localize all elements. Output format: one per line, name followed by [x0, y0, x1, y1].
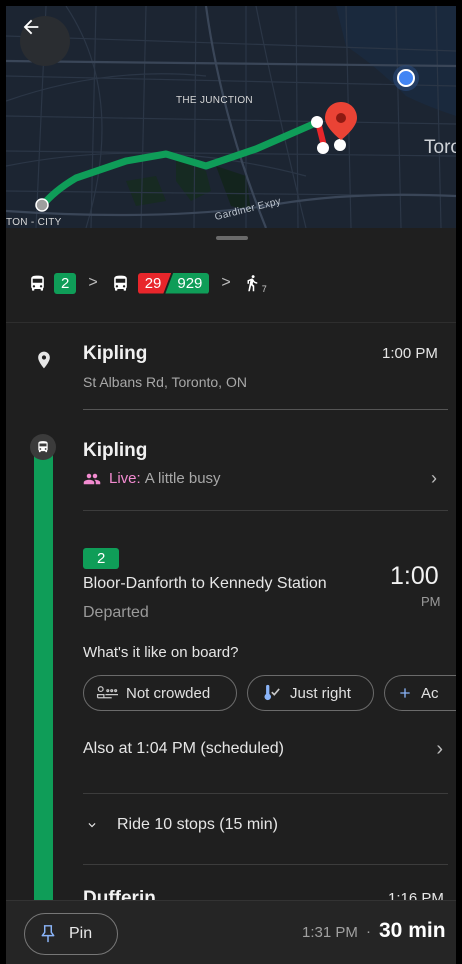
divider — [83, 793, 448, 794]
bus-icon — [110, 272, 132, 294]
chip-label: Not crowded — [126, 684, 211, 702]
walk-minutes: 7 — [261, 284, 267, 294]
separator-dot: · — [366, 923, 371, 940]
trip-time: 1:00 — [390, 562, 439, 590]
route-line — [34, 444, 53, 964]
chip-not-crowded[interactable]: Not crowded — [83, 675, 237, 711]
map-label-junction: THE JUNCTION — [176, 95, 253, 106]
pin-label: Pin — [69, 925, 93, 942]
chevron-right-icon: › — [436, 738, 443, 760]
route-badge-929: 929 — [165, 272, 210, 294]
route-badge-29-929: 29 929 — [138, 272, 210, 294]
route-summary[interactable]: 2 > 29 929 > 7 — [6, 250, 456, 316]
map-label-toronto: Toro — [424, 137, 456, 158]
pin-button[interactable]: Pin — [24, 913, 118, 955]
pin-icon — [41, 925, 55, 943]
back-button[interactable] — [20, 16, 70, 66]
arrow-back-icon — [23, 19, 39, 35]
chip-label: Ac — [421, 684, 439, 702]
route-map[interactable]: THE JUNCTION Toro Gardiner Expy TON - CI… — [6, 6, 456, 228]
drag-handle[interactable] — [216, 236, 248, 240]
also-at-row[interactable]: Also at 1:04 PM (scheduled) › — [83, 738, 443, 764]
divider — [83, 409, 448, 410]
route-badge-29: 29 — [138, 273, 172, 294]
expand-stops-row[interactable]: Ride 10 stops (15 min) — [83, 816, 278, 834]
chip-just-right[interactable]: Just right — [247, 675, 374, 711]
chevron-down-icon — [88, 823, 96, 828]
bus-icon — [26, 272, 48, 294]
bottom-bar: Pin 1:31 PM · 30 min — [6, 900, 456, 964]
origin-time: 1:00 PM — [382, 345, 438, 362]
chip-add[interactable]: Ac — [384, 675, 456, 711]
origin-title: Kipling — [83, 343, 148, 364]
map-canvas — [6, 6, 456, 228]
thermometer-icon — [260, 684, 282, 702]
arrival-time: 1:31 PM — [302, 924, 358, 941]
trip-time-period: PM — [421, 594, 441, 609]
chevron-right-icon: > — [88, 274, 98, 291]
divider — [83, 510, 448, 511]
live-busyness-row[interactable]: Live: A little busy › — [83, 468, 443, 488]
location-pin-icon — [34, 348, 54, 377]
directions-sheet: 2 > 29 929 > 7 Kipling 1:00 PM St Albans… — [6, 228, 456, 964]
walk-icon — [247, 275, 257, 292]
onboard-question: What's it like on board? — [83, 644, 239, 661]
also-at-text: Also at 1:04 PM (scheduled) — [83, 740, 284, 757]
bus-stop-icon — [30, 434, 56, 460]
divider — [83, 864, 448, 865]
trip-headsign: Bloor-Danforth to Kennedy Station — [83, 575, 327, 592]
chevron-right-icon: > — [221, 274, 231, 291]
people-icon — [83, 473, 101, 484]
trip-route-badge: 2 — [83, 548, 120, 569]
map-label-city: TON - CITY — [6, 217, 62, 228]
trip-duration: 30 min — [379, 919, 446, 942]
app-frame: THE JUNCTION Toro Gardiner Expy TON - CI… — [6, 6, 456, 964]
trip-status: Departed — [83, 604, 149, 621]
ride-stops-label: Ride 10 stops (15 min) — [117, 816, 278, 833]
divider — [6, 322, 456, 323]
live-label: Live: — [109, 470, 141, 487]
plus-icon — [397, 685, 413, 701]
walk-segment: 7 — [243, 272, 267, 294]
chip-label: Just right — [290, 684, 351, 702]
seats-icon — [96, 685, 118, 701]
origin-address: St Albans Rd, Toronto, ON — [83, 374, 247, 390]
station-title: Kipling — [83, 440, 148, 461]
route-badge-2: 2 — [54, 272, 77, 294]
crowd-status: A little busy — [144, 470, 221, 487]
chevron-right-icon: › — [431, 468, 437, 488]
